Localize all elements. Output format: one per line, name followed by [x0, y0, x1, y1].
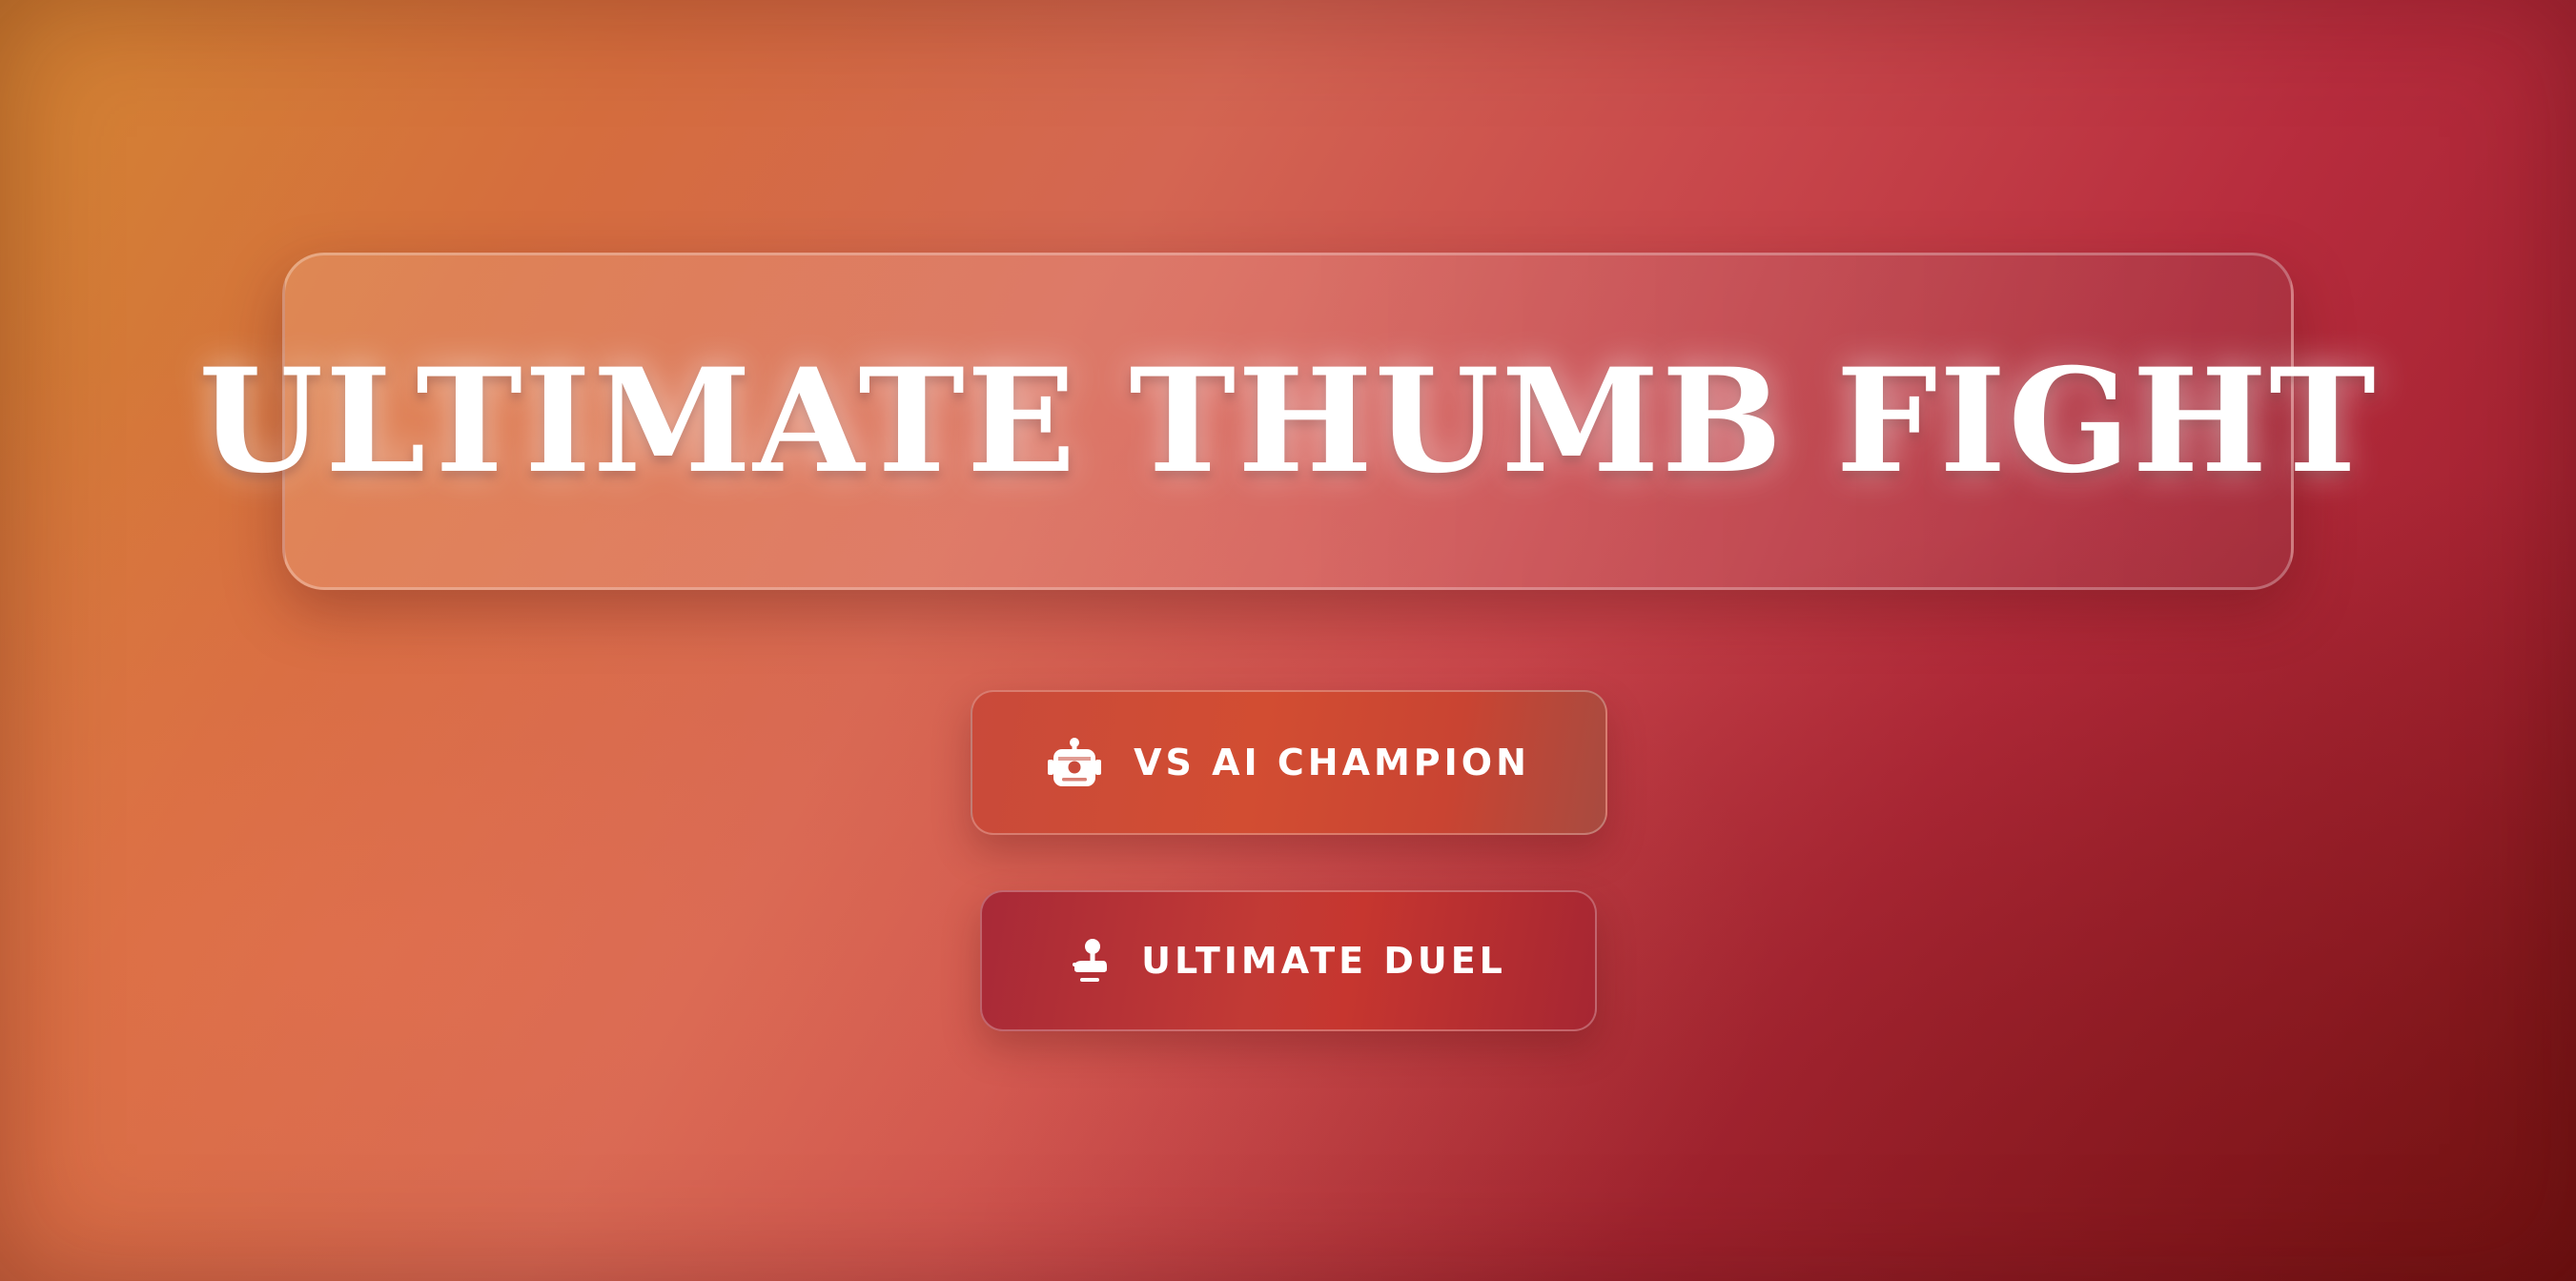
vs-ai-champion-button[interactable]: VS AI CHAMPION [971, 690, 1607, 835]
joystick-icon [1071, 938, 1109, 984]
vs-ai-champion-label: VS AI CHAMPION [1134, 742, 1530, 783]
game-title: ULTIMATE THUMB FIGHT [198, 337, 2378, 505]
background-vignette [0, 0, 2576, 1281]
ultimate-duel-button[interactable]: ULTIMATE DUEL [980, 890, 1597, 1031]
ultimate-duel-label: ULTIMATE DUEL [1141, 940, 1506, 982]
robot-icon [1048, 737, 1102, 788]
title-panel: ULTIMATE THUMB FIGHT [198, 253, 2376, 590]
